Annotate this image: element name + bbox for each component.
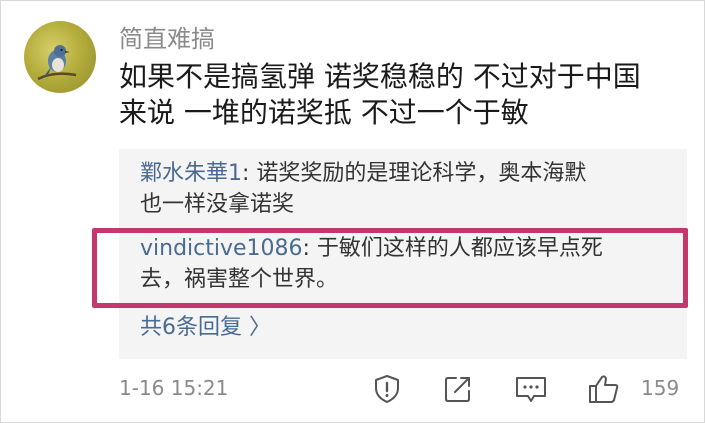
reply-author[interactable]: 鄴水朱華1 [140, 161, 242, 186]
like-count: 159 [641, 376, 680, 400]
thumbs-up-icon[interactable] [587, 373, 619, 405]
highlight-annotation-box [92, 228, 688, 308]
comment-timestamp: 1-16 15:21 [119, 376, 229, 400]
comment-username[interactable]: 简直难搞 [119, 19, 215, 54]
bird-avatar-icon [37, 45, 77, 81]
user-avatar[interactable] [24, 21, 96, 93]
reply-item[interactable]: 鄴水朱華1: 诺奖奖励的是理论科学，奥本海默 也一样没拿诺奖 [140, 158, 660, 220]
comment-card: 简直难搞 如果不是搞氢弹 诺奖稳稳的 不过对于中国 来说 一堆的诺奖抵 不过一个… [0, 0, 705, 423]
comment-body-line-1: 如果不是搞氢弹 诺奖稳稳的 不过对于中国 [119, 60, 641, 93]
comment-body: 如果不是搞氢弹 诺奖稳稳的 不过对于中国 来说 一堆的诺奖抵 不过一个于敏 [119, 59, 679, 131]
share-icon[interactable] [442, 373, 474, 405]
view-all-replies-link[interactable]: 共6条回复 〉 [140, 309, 271, 341]
report-icon[interactable] [371, 373, 403, 405]
reply-line-1: 鄴水朱華1: 诺奖奖励的是理论科学，奥本海默 [140, 158, 660, 189]
reply-text-line-2: 也一样没拿诺奖 [140, 192, 295, 217]
comment-reply-icon[interactable] [514, 373, 546, 405]
comment-body-line-2: 来说 一堆的诺奖抵 不过一个于敏 [119, 96, 529, 129]
reply-text: : 诺奖奖励的是理论科学，奥本海默 [242, 161, 587, 186]
